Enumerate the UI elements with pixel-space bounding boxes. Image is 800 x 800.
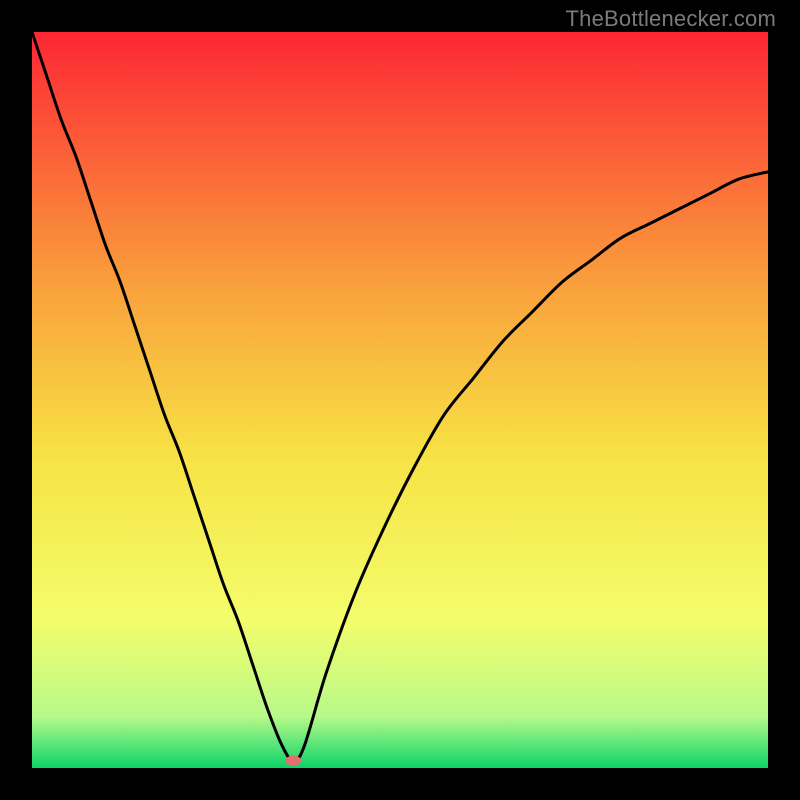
plot-area: [32, 32, 768, 768]
bottleneck-chart: [32, 32, 768, 768]
chart-frame: TheBottlenecker.com: [0, 0, 800, 800]
minimum-marker: [285, 756, 301, 766]
watermark-text: TheBottlenecker.com: [566, 6, 776, 32]
gradient-background: [32, 32, 768, 768]
